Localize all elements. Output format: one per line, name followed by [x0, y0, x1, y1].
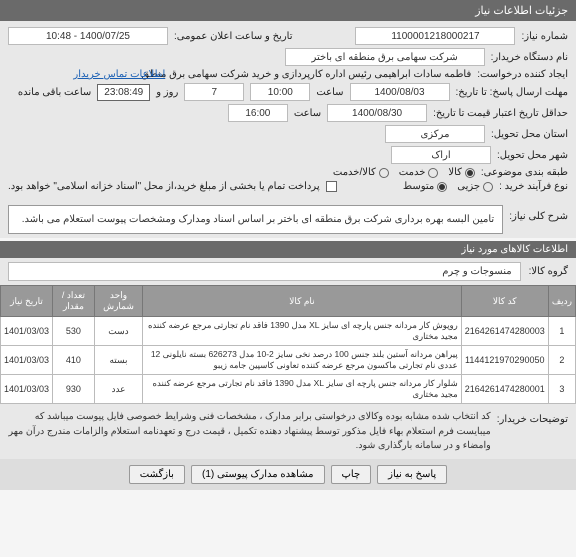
radio-medium[interactable]	[437, 182, 447, 192]
remaining-days-label: روز و	[156, 87, 178, 98]
payment-checkbox[interactable]	[326, 181, 337, 192]
validity-label: حداقل تاریخ اعتبار قیمت تا تاریخ:	[433, 108, 568, 119]
docs-button[interactable]: مشاهده مدارک پیوستی (1)	[191, 465, 325, 484]
category-label: طبقه بندی موضوعی:	[481, 167, 568, 178]
table-row: 2 1144121970290050 پیراهن مردانه آستین ب…	[1, 346, 576, 375]
payment-note: پرداخت تمام یا بخشی از مبلغ خرید،از محل …	[8, 181, 320, 192]
answer-button[interactable]: پاسخ به نیاز	[377, 465, 447, 484]
request-no-field: 1100001218000217	[355, 27, 515, 45]
province-label: استان محل تحویل:	[491, 129, 568, 140]
group-label: گروه کالا:	[529, 266, 568, 277]
buyer-note-text: کد انتخاب شده مشابه بوده وکالای درخواستی…	[8, 410, 491, 453]
process-radio-group: جزیی متوسط	[403, 181, 493, 192]
back-button[interactable]: بازگشت	[129, 465, 185, 484]
process-label: نوع فرآیند خرید :	[499, 181, 568, 192]
deadline-date-field: 1400/08/03	[350, 83, 450, 101]
proc-medium-label: متوسط	[403, 181, 434, 192]
cell-idx: 3	[548, 375, 575, 404]
province-field: مرکزی	[385, 125, 485, 143]
category-radio-group: کالا خدمت کالا/خدمت	[333, 167, 475, 178]
cell-name: روپوش کار مردانه جنس پارچه ای سایز XL مد…	[143, 317, 462, 346]
cell-qty: 930	[53, 375, 95, 404]
cell-code: 2164261474280003	[461, 317, 548, 346]
cell-idx: 2	[548, 346, 575, 375]
table-header-row: ردیف کد کالا نام کالا واحد شمارش تعداد /…	[1, 286, 576, 317]
request-no-label: شماره نیاز:	[521, 31, 568, 42]
cat-goods-label: کالا	[448, 167, 462, 178]
cell-unit: دست	[94, 317, 142, 346]
cell-code: 1144121970290050	[461, 346, 548, 375]
radio-small[interactable]	[483, 182, 493, 192]
city-field: اراک	[391, 146, 491, 164]
th-unit: واحد شمارش	[94, 286, 142, 317]
th-date: تاریخ نیاز	[1, 286, 53, 317]
remaining-suffix: ساعت باقی مانده	[18, 87, 91, 98]
contact-link[interactable]: اطلاعات تماس خریدار	[73, 69, 165, 80]
copy-button[interactable]: چاپ	[331, 465, 372, 484]
remaining-time-field: 23:08:49	[97, 84, 150, 101]
time-label-2: ساعت	[294, 108, 321, 119]
radio-both[interactable]	[379, 168, 389, 178]
form-area: شماره نیاز: 1100001218000217 تاریخ و ساع…	[0, 21, 576, 201]
validity-time-field: 16:00	[228, 104, 288, 122]
cat-both-label: کالا/خدمت	[333, 167, 376, 178]
org-label: نام دستگاه خریدار:	[491, 52, 568, 63]
deadline-time-field: 10:00	[250, 83, 310, 101]
desc-label: شرح کلی نیاز:	[509, 205, 568, 222]
cell-unit: بسته	[94, 346, 142, 375]
remaining-days-field: 7	[184, 83, 244, 101]
cell-date: 1401/03/03	[1, 375, 53, 404]
cell-name: پیراهن مردانه آستین بلند جنس 100 درصد نخ…	[143, 346, 462, 375]
button-bar: پاسخ به نیاز چاپ مشاهده مدارک پیوستی (1)…	[0, 459, 576, 490]
th-name: نام کالا	[143, 286, 462, 317]
cat-service-label: خدمت	[399, 167, 426, 178]
cell-qty: 530	[53, 317, 95, 346]
cell-date: 1401/03/03	[1, 346, 53, 375]
cell-code: 2164261474280001	[461, 375, 548, 404]
table-row: 3 2164261474280001 شلوار کار مردانه جنس …	[1, 375, 576, 404]
th-row: ردیف	[548, 286, 575, 317]
cell-idx: 1	[548, 317, 575, 346]
desc-box: تامین البسه بهره برداری شرکت برق منطقه ا…	[8, 205, 503, 234]
table-row: 1 2164261474280003 روپوش کار مردانه جنس …	[1, 317, 576, 346]
proc-small-label: جزیی	[457, 181, 480, 192]
page-title: جزئیات اطلاعات نیاز	[475, 5, 568, 17]
creator-value: فاطمه سادات ابراهیمی رئیس اداره کارپرداز…	[171, 69, 471, 80]
buyer-note-label: توضیحات خریدار:	[497, 410, 568, 453]
th-code: کد کالا	[461, 286, 548, 317]
announce-field: 1400/07/25 - 10:48	[8, 27, 168, 45]
group-field: منسوجات و چرم	[8, 262, 521, 281]
th-qty: تعداد / مقدار	[53, 286, 95, 317]
org-field: شرکت سهامی برق منطقه ای باختر	[285, 48, 485, 66]
deadline-label: مهلت ارسال پاسخ: تا تاریخ:	[456, 87, 568, 98]
creator-label: ایجاد کننده درخواست:	[477, 69, 568, 80]
goods-table: ردیف کد کالا نام کالا واحد شمارش تعداد /…	[0, 285, 576, 404]
cell-qty: 410	[53, 346, 95, 375]
cell-unit: عدد	[94, 375, 142, 404]
goods-section-header: اطلاعات کالاهای مورد نیاز	[0, 241, 576, 258]
buyer-note-row: توضیحات خریدار: کد انتخاب شده مشابه بوده…	[0, 404, 576, 459]
radio-goods[interactable]	[465, 168, 475, 178]
radio-service[interactable]	[428, 168, 438, 178]
city-label: شهر محل تحویل:	[497, 150, 568, 161]
time-label-1: ساعت	[316, 87, 343, 98]
page-header: جزئیات اطلاعات نیاز	[0, 0, 576, 21]
cell-date: 1401/03/03	[1, 317, 53, 346]
announce-label: تاریخ و ساعت اعلان عمومی:	[174, 31, 293, 42]
validity-date-field: 1400/08/30	[327, 104, 427, 122]
cell-name: شلوار کار مردانه جنس پارچه ای سایز XL مد…	[143, 375, 462, 404]
